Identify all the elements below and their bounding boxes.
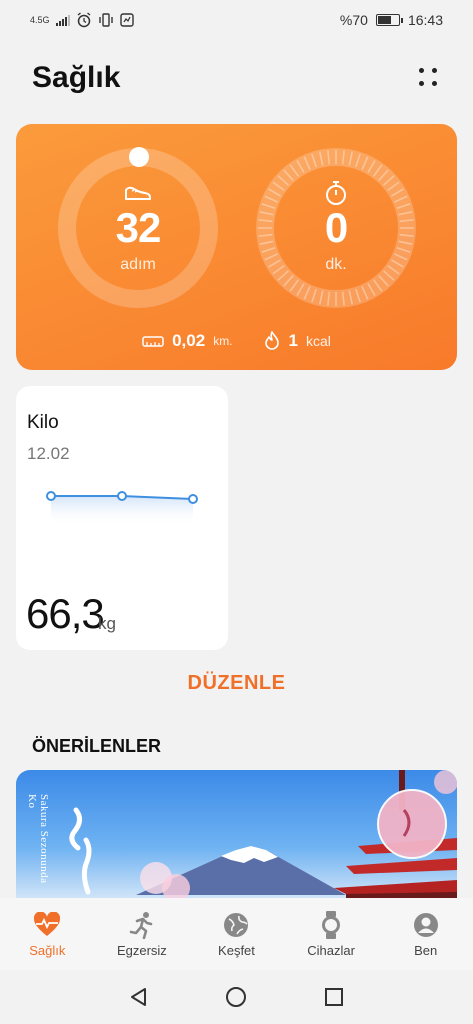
status-right: %70 16:43 — [340, 12, 443, 28]
distance-value: 0,02 — [172, 331, 206, 350]
clock: 16:43 — [407, 12, 443, 28]
stopwatch-icon — [326, 181, 346, 205]
banner-image — [69, 770, 457, 900]
calories-unit: kcal — [306, 333, 331, 349]
more-dot — [419, 81, 424, 86]
heart-pulse-icon — [33, 911, 61, 939]
person-icon — [412, 911, 440, 939]
bottom-nav: Sağlık Egzersiz Keşfet Cihazlar Ben — [0, 898, 473, 970]
nav-item-me[interactable]: Ben — [381, 911, 471, 958]
more-dot — [432, 68, 437, 73]
steps-unit: adım — [120, 256, 156, 273]
nav-item-exercise[interactable]: Egzersiz — [97, 911, 187, 958]
recent-apps-icon[interactable] — [323, 986, 345, 1008]
weight-trend-chart — [46, 491, 198, 526]
flame-icon — [264, 331, 279, 350]
more-dot — [432, 81, 437, 86]
notification-icon — [119, 13, 134, 27]
system-nav-bar — [0, 970, 473, 1024]
distance-item: 0,02 km. — [142, 331, 233, 351]
status-left: 4.5G — [30, 12, 134, 28]
weight-unit: kg — [98, 614, 116, 633]
minutes-value: 0 — [324, 204, 348, 251]
weight-date: 12.02 — [27, 444, 70, 463]
watch-icon — [317, 910, 345, 939]
weight-card[interactable]: Kilo 12.02 66,3 kg — [16, 386, 228, 650]
signal-icon — [55, 15, 70, 26]
nav-label-devices: Cihazlar — [307, 942, 355, 958]
edit-button[interactable]: DÜZENLE — [0, 672, 473, 695]
battery-icon — [375, 14, 403, 26]
home-icon[interactable] — [225, 986, 247, 1008]
nav-item-discover[interactable]: Keşfet — [191, 911, 281, 958]
status-bar: 4.5G %70 16:43 — [0, 0, 473, 40]
weight-point — [46, 491, 56, 501]
weight-point — [117, 491, 127, 501]
running-icon — [128, 911, 156, 939]
steps-ring-content: 32 adım — [58, 148, 218, 308]
distance-unit: km. — [213, 334, 233, 348]
page-title: Sağlık — [32, 61, 121, 94]
ruler-icon — [142, 336, 164, 347]
nav-label-health: Sağlık — [29, 942, 66, 958]
nav-item-devices[interactable]: Cihazlar — [286, 910, 376, 958]
nav-label-me: Ben — [414, 942, 438, 958]
minutes-unit: dk. — [325, 256, 347, 273]
battery-percent: %70 — [339, 12, 368, 28]
alarm-icon — [77, 12, 90, 28]
nav-label-exercise: Egzersiz — [116, 942, 167, 958]
activity-summary: 0,02 km. 1 kcal — [16, 330, 457, 352]
banner-side-text: Sakura Sezonunda Ko — [26, 794, 50, 884]
network-type: 4.5G — [30, 15, 50, 25]
activity-card[interactable]: 32 adım 0 dk. 0,02 km. 1 kcal — [16, 124, 457, 370]
steps-value: 32 — [115, 204, 162, 251]
weight-value: 66,3 — [26, 590, 105, 637]
nav-label-discover: Keşfet — [218, 942, 255, 958]
weight-title: Kilo — [27, 412, 59, 433]
more-dot — [419, 68, 424, 73]
battery-fill — [377, 16, 392, 24]
nav-item-health[interactable]: Sağlık — [2, 911, 92, 958]
minutes-ring-content: 0 dk. — [256, 148, 416, 308]
weight-point — [188, 494, 198, 504]
more-options-icon[interactable] — [417, 66, 441, 90]
globe-icon — [222, 911, 250, 939]
vibrate-icon — [98, 13, 113, 27]
calories-value: 1 — [288, 331, 298, 350]
back-icon[interactable] — [128, 986, 150, 1008]
header: Sağlık — [32, 58, 441, 98]
recommended-title: ÖNERİLENLER — [32, 736, 162, 756]
calories-item: 1 kcal — [263, 330, 331, 352]
recommended-banner[interactable]: Sakura Sezonunda Ko — [16, 770, 457, 900]
shoe-icon — [125, 186, 151, 200]
